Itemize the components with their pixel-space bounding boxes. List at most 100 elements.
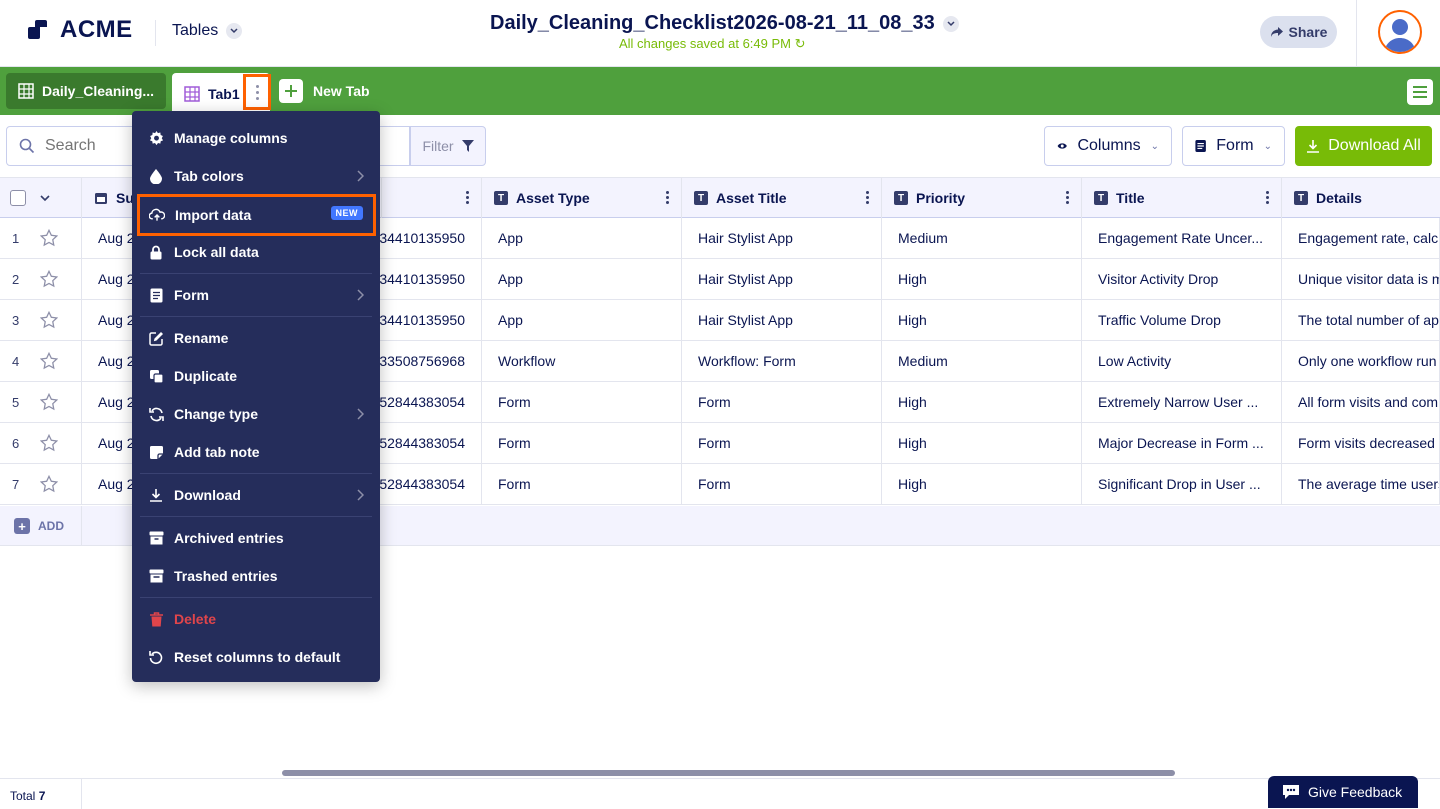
menu-item-form[interactable]: Form — [140, 277, 372, 313]
column-header-asset-type[interactable]: T Asset Type — [482, 178, 682, 218]
menu-item-reset-columns[interactable]: Reset columns to default — [140, 639, 372, 675]
column-options-icon[interactable] — [1266, 191, 1269, 204]
divider — [1356, 0, 1357, 67]
filter-button[interactable]: Filter — [410, 126, 486, 166]
chevron-down-icon[interactable] — [40, 194, 50, 202]
cell-title[interactable]: Extremely Narrow User ... — [1082, 382, 1282, 422]
column-header-priority[interactable]: T Priority — [882, 178, 1082, 218]
add-row-button[interactable]: + ADD — [14, 518, 64, 534]
share-label: Share — [1288, 24, 1328, 40]
cell-title[interactable]: Low Activity — [1082, 341, 1282, 381]
column-header-title[interactable]: T Title — [1082, 178, 1282, 218]
star-icon[interactable] — [40, 229, 58, 247]
cell-details[interactable]: The total number of ap — [1282, 300, 1440, 340]
give-feedback-button[interactable]: Give Feedback — [1268, 776, 1418, 808]
cell-details[interactable]: Only one workflow run — [1282, 341, 1440, 381]
cell-asset-title[interactable]: Hair Stylist App — [682, 300, 882, 340]
cell-priority[interactable]: High — [882, 300, 1082, 340]
cell-title[interactable]: Significant Drop in User ... — [1082, 464, 1282, 504]
menu-item-trashed-entries[interactable]: Trashed entries — [140, 558, 372, 594]
menu-item-lock-all-data[interactable]: Lock all data — [140, 234, 372, 270]
menu-item-manage-columns[interactable]: Manage columns — [140, 120, 372, 156]
column-options-icon[interactable] — [466, 191, 469, 204]
select-all-checkbox[interactable] — [10, 190, 26, 206]
cell-asset-title[interactable]: Hair Stylist App — [682, 218, 882, 258]
cell-asset-type[interactable]: App — [482, 259, 682, 299]
cell-asset-type[interactable]: Form — [482, 464, 682, 504]
share-button[interactable]: Share — [1260, 16, 1337, 48]
cell-title[interactable]: Engagement Rate Uncer... — [1082, 218, 1282, 258]
cell-asset-type[interactable]: App — [482, 218, 682, 258]
star-icon[interactable] — [40, 393, 58, 411]
brand-logo[interactable]: ACME — [28, 16, 133, 44]
reset-icon — [148, 649, 164, 665]
columns-button[interactable]: Columns ⌄ — [1044, 126, 1172, 166]
cell-details[interactable]: Form visits decreased f — [1282, 423, 1440, 463]
column-options-icon[interactable] — [866, 191, 869, 204]
cell-asset-title[interactable]: Hair Stylist App — [682, 259, 882, 299]
tables-dropdown[interactable]: Tables — [172, 22, 243, 40]
menu-item-tab-colors[interactable]: Tab colors — [140, 158, 372, 194]
star-icon[interactable] — [40, 434, 58, 452]
menu-item-label: Add tab note — [174, 444, 260, 460]
cell-title[interactable]: Major Decrease in Form ... — [1082, 423, 1282, 463]
column-options-icon[interactable] — [1066, 191, 1069, 204]
menu-item-rename[interactable]: Rename — [140, 320, 372, 356]
menu-item-import-data[interactable]: Import data NEW — [137, 194, 376, 236]
chevron-down-icon: ⌄ — [1263, 140, 1272, 152]
cell-title[interactable]: Traffic Volume Drop — [1082, 300, 1282, 340]
hamburger-menu-button[interactable] — [1407, 79, 1433, 105]
cell-priority[interactable]: Medium — [882, 341, 1082, 381]
column-header-details[interactable]: T Details — [1282, 178, 1440, 218]
cell-asset-title[interactable]: Form — [682, 382, 882, 422]
tab-options-button[interactable] — [243, 74, 271, 110]
cell-priority[interactable]: High — [882, 464, 1082, 504]
cell-priority[interactable]: High — [882, 423, 1082, 463]
cell-asset-type[interactable]: App — [482, 300, 682, 340]
cell-priority[interactable]: Medium — [882, 218, 1082, 258]
cell-asset-title[interactable]: Form — [682, 464, 882, 504]
text-type-icon: T — [894, 191, 908, 205]
cell-asset-type[interactable]: Form — [482, 382, 682, 422]
form-button[interactable]: Form ⌄ — [1182, 126, 1285, 166]
note-icon — [148, 444, 164, 460]
cell-details[interactable]: The average time users — [1282, 464, 1440, 504]
menu-item-add-tab-note[interactable]: Add tab note — [140, 434, 372, 470]
column-options-icon[interactable] — [666, 191, 669, 204]
cell-details[interactable]: All form visits and com — [1282, 382, 1440, 422]
row-number: 7 — [12, 476, 20, 492]
cell-details[interactable]: Unique visitor data is m — [1282, 259, 1440, 299]
column-header-id[interactable] — [382, 178, 482, 218]
new-tab-button[interactable]: New Tab — [279, 79, 370, 103]
download-all-button[interactable]: Download All — [1295, 126, 1432, 166]
user-avatar[interactable] — [1378, 10, 1422, 54]
horizontal-scrollbar[interactable] — [282, 770, 1175, 776]
chevron-down-icon[interactable] — [942, 15, 959, 32]
form-label: Form — [1216, 137, 1254, 154]
menu-item-duplicate[interactable]: Duplicate — [140, 358, 372, 394]
star-icon[interactable] — [40, 311, 58, 329]
star-icon[interactable] — [40, 352, 58, 370]
document-title[interactable]: Daily_Cleaning_Checklist2026-08-21_11_08… — [490, 12, 959, 35]
cell-priority[interactable]: High — [882, 382, 1082, 422]
cell-asset-type[interactable]: Form — [482, 423, 682, 463]
column-header-asset-title[interactable]: T Asset Title — [682, 178, 882, 218]
menu-item-archived-entries[interactable]: Archived entries — [140, 520, 372, 556]
menu-icon — [1413, 86, 1427, 98]
cell-asset-title[interactable]: Form — [682, 423, 882, 463]
row-number: 5 — [12, 394, 20, 410]
cell-title[interactable]: Visitor Activity Drop — [1082, 259, 1282, 299]
tab-table-view[interactable]: Daily_Cleaning... — [6, 73, 166, 109]
cell-priority[interactable]: High — [882, 259, 1082, 299]
menu-item-delete[interactable]: Delete — [140, 601, 372, 637]
menu-item-label: Download — [174, 487, 241, 503]
cell-asset-title[interactable]: Workflow: Form — [682, 341, 882, 381]
menu-item-change-type[interactable]: Change type — [140, 396, 372, 432]
menu-divider — [140, 516, 372, 517]
row-number-cell: 6 — [0, 423, 82, 463]
cell-details[interactable]: Engagement rate, calcu — [1282, 218, 1440, 258]
cell-asset-type[interactable]: Workflow — [482, 341, 682, 381]
menu-item-download[interactable]: Download — [140, 477, 372, 513]
star-icon[interactable] — [40, 475, 58, 493]
star-icon[interactable] — [40, 270, 58, 288]
